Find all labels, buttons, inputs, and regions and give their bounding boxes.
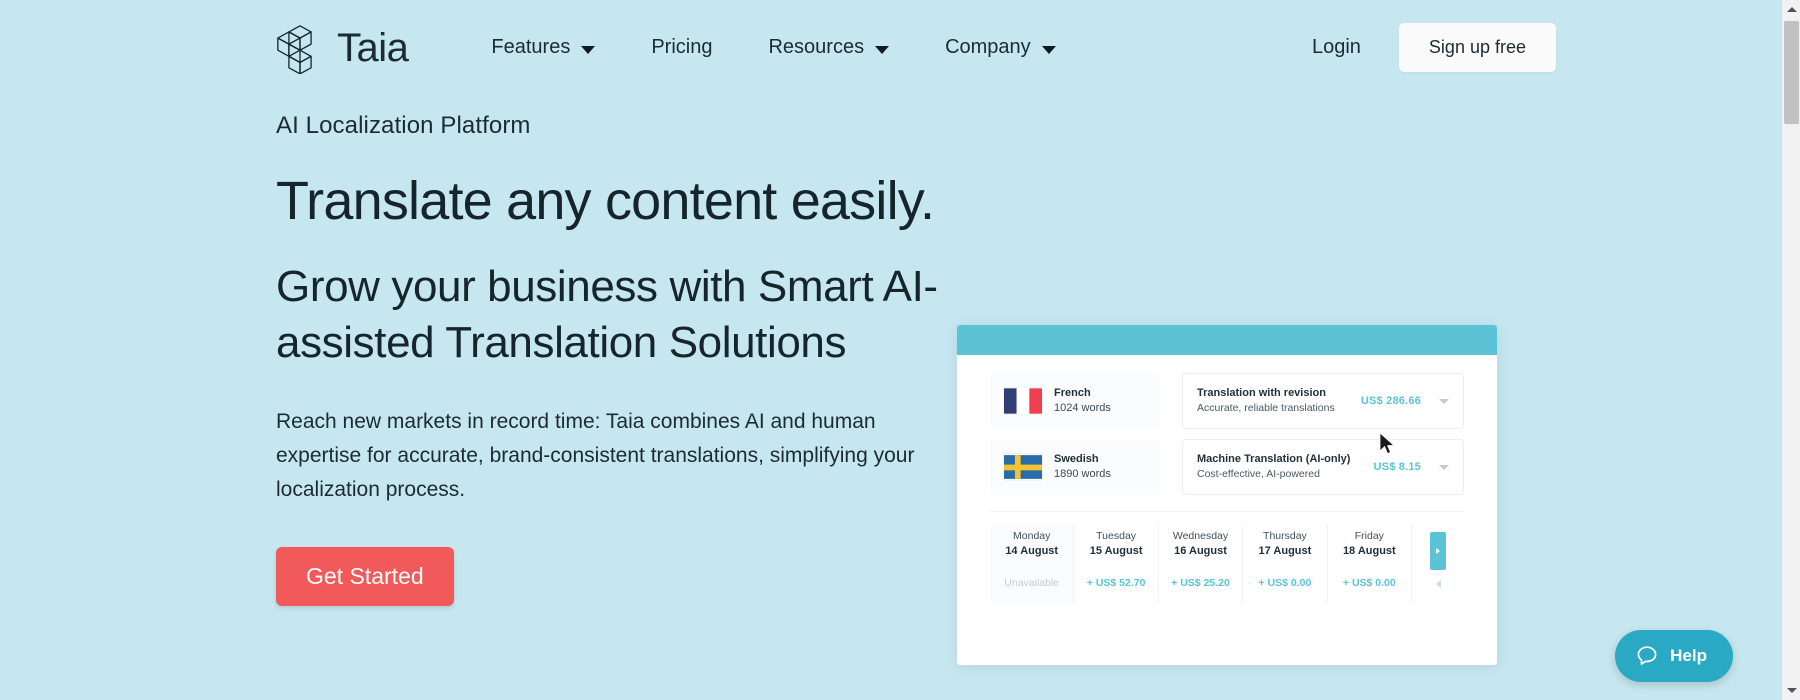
delivery-day-price: + US$ 25.20 — [1171, 577, 1230, 590]
language-name: Swedish — [1054, 453, 1099, 466]
scrollbar-thumb[interactable] — [1784, 21, 1799, 124]
delivery-day-name: Friday — [1354, 530, 1384, 543]
quote-row: French 1024 words Translation with revis… — [990, 373, 1464, 430]
delivery-date-option[interactable]: Wednesday 16 August + US$ 25.20 — [1159, 524, 1244, 604]
vertical-scrollbar[interactable] — [1781, 0, 1800, 700]
delivery-date-option[interactable]: Thursday 17 August + US$ 0.00 — [1243, 524, 1328, 604]
delivery-day-name: Tuesday — [1096, 530, 1137, 543]
delivery-day-date: 17 August — [1258, 545, 1312, 558]
service-subtitle: Accurate, reliable translations — [1197, 402, 1335, 415]
nav-item-resources[interactable]: Resources — [740, 26, 917, 69]
hero-eyebrow: AI Localization Platform — [276, 112, 531, 139]
delivery-day-date: 15 August — [1089, 545, 1143, 558]
help-widget-button[interactable]: Help — [1615, 630, 1733, 682]
brand-name: Taia — [337, 25, 409, 70]
page-title: Translate any content easily. — [276, 171, 935, 231]
product-preview-card: French 1024 words Translation with revis… — [957, 325, 1497, 665]
chevron-down-icon[interactable] — [1439, 464, 1449, 470]
delivery-day-price: + US$ 0.00 — [1258, 577, 1312, 590]
delivery-date-option: Monday 14 August Unavailable — [990, 524, 1075, 604]
nav-item-company-label: Company — [945, 36, 1031, 58]
nav-item-resources-label: Resources — [768, 36, 865, 58]
nav-item-pricing-label: Pricing — [651, 36, 713, 58]
login-link[interactable]: Login — [1298, 26, 1375, 69]
hero-section: AI Localization Platform Translate any c… — [276, 112, 976, 607]
chevron-down-icon[interactable] — [1439, 398, 1449, 404]
nav-item-features-label: Features — [491, 36, 571, 58]
delivery-date-option[interactable]: Tuesday 15 August + US$ 52.70 — [1074, 524, 1159, 604]
delivery-date-strip: Monday 14 August Unavailable Tuesday 15 … — [990, 511, 1464, 604]
service-price: US$ 286.66 — [1360, 395, 1421, 408]
service-title: Translation with revision — [1197, 387, 1326, 399]
flag-france-icon — [1004, 388, 1042, 414]
language-word-count: 1024 words — [1054, 402, 1111, 415]
nav-item-features[interactable]: Features — [463, 26, 623, 69]
nav-item-company[interactable]: Company — [917, 26, 1084, 69]
delivery-day-date: 14 August — [1005, 545, 1059, 558]
nav-actions: Login Sign up free — [1298, 23, 1556, 72]
get-started-button[interactable]: Get Started — [276, 547, 454, 607]
delivery-day-price: + US$ 0.00 — [1342, 577, 1396, 590]
service-title: Machine Translation (AI-only) — [1197, 453, 1351, 466]
brand-logo[interactable]: Taia — [276, 22, 409, 74]
flag-sweden-icon — [1004, 455, 1042, 479]
quote-row: Swedish 1890 words Machine Translation (… — [990, 439, 1464, 496]
next-dates-button[interactable] — [1430, 532, 1447, 571]
card-header-bar — [957, 325, 1497, 355]
chevron-down-icon — [1041, 45, 1056, 54]
hero-subheadline: Grow your business with Smart AI-assiste… — [276, 261, 938, 367]
speech-bubble-icon — [1637, 646, 1657, 665]
top-navigation-bar: Taia Features Pricing Resources Company … — [0, 0, 1781, 95]
delivery-day-name: Monday — [1013, 530, 1051, 543]
scroll-down-arrow-icon[interactable] — [1782, 681, 1800, 700]
delivery-day-name: Thursday — [1263, 530, 1307, 543]
date-strip-navigation — [1412, 524, 1464, 603]
delivery-day-name: Wednesday — [1172, 530, 1229, 543]
sign-up-free-button[interactable]: Sign up free — [1398, 23, 1556, 72]
isometric-cubes-logo-icon — [277, 24, 312, 74]
language-tile[interactable]: Swedish 1890 words — [990, 439, 1160, 496]
hero-description: Reach new markets in record time: Taia c… — [276, 410, 915, 502]
service-subtitle: Cost-effective, AI-powered — [1197, 468, 1320, 481]
chevron-down-icon — [581, 45, 596, 54]
help-widget-label: Help — [1670, 646, 1707, 665]
delivery-day-date: 16 August — [1174, 545, 1227, 558]
scroll-up-arrow-icon[interactable] — [1782, 0, 1800, 19]
delivery-day-price: + US$ 52.70 — [1086, 577, 1146, 590]
language-word-count: 1890 words — [1054, 468, 1111, 481]
service-selector[interactable]: Translation with revision Accurate, reli… — [1182, 373, 1464, 430]
delivery-date-option[interactable]: Friday 18 August + US$ 0.00 — [1328, 524, 1413, 604]
language-name: French — [1054, 387, 1091, 400]
page-canvas: Taia Features Pricing Resources Company … — [0, 0, 1781, 700]
chevron-down-icon — [875, 45, 890, 54]
chevron-right-icon[interactable] — [1435, 580, 1441, 589]
delivery-day-price: Unavailable — [1004, 577, 1060, 590]
language-tile[interactable]: French 1024 words — [990, 373, 1160, 430]
card-body: French 1024 words Translation with revis… — [957, 355, 1497, 604]
nav-item-pricing[interactable]: Pricing — [623, 26, 740, 69]
service-price: US$ 8.15 — [1373, 461, 1421, 474]
nav-links: Features Pricing Resources Company — [463, 26, 1083, 69]
delivery-day-date: 18 August — [1342, 545, 1396, 558]
service-selector[interactable]: Machine Translation (AI-only) Cost-effec… — [1182, 439, 1464, 496]
